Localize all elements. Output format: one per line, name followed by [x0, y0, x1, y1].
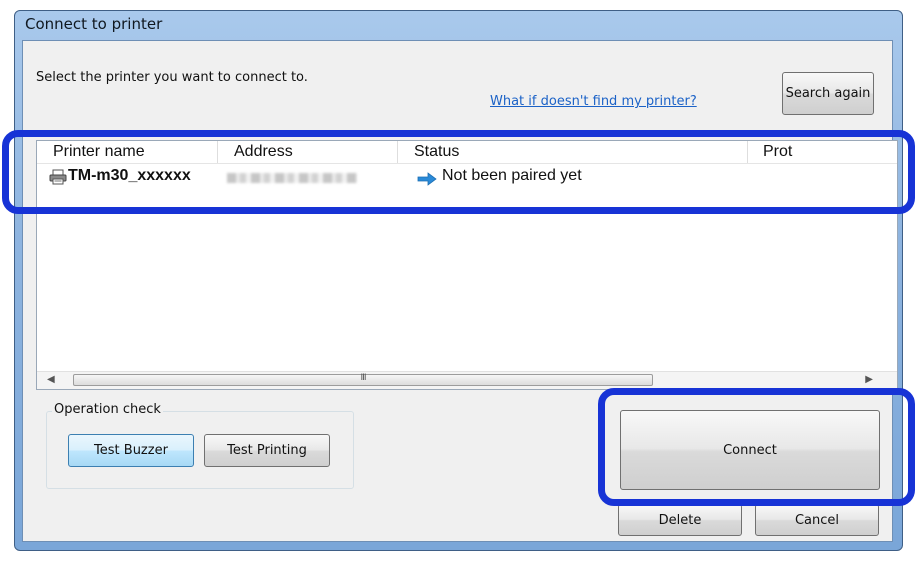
column-prot[interactable]: Prot: [763, 143, 792, 161]
test-buzzer-button[interactable]: Test Buzzer: [68, 434, 194, 467]
list-header: Printer name Address Status Prot: [37, 141, 897, 164]
scrollbar-grip: III: [360, 373, 367, 383]
search-again-button[interactable]: Search again: [782, 72, 874, 115]
scroll-left-icon[interactable]: ◀: [47, 374, 55, 385]
printer-icon: [49, 169, 67, 189]
scroll-right-icon[interactable]: ▶: [865, 374, 873, 385]
printer-name-cell: TM-m30_xxxxxx: [68, 167, 191, 184]
cancel-button[interactable]: Cancel: [755, 504, 879, 536]
operation-check-title: Operation check: [52, 402, 163, 417]
scrollbar-thumb[interactable]: III: [73, 373, 653, 386]
column-separator[interactable]: [217, 141, 218, 163]
arrow-right-icon: [417, 171, 437, 190]
delete-button[interactable]: Delete: [618, 504, 742, 536]
column-printer-name[interactable]: Printer name: [53, 143, 145, 161]
connect-button[interactable]: Connect: [620, 410, 880, 490]
printer-list[interactable]: Printer name Address Status Prot TM-m30_…: [36, 140, 898, 390]
address-cell: [227, 173, 357, 183]
window-title: Connect to printer: [25, 15, 163, 33]
column-address[interactable]: Address: [234, 143, 293, 161]
help-link[interactable]: What if doesn't find my printer?: [490, 94, 697, 109]
table-row[interactable]: TM-m30_xxxxxx Not been paired yet: [37, 163, 897, 191]
test-printing-button[interactable]: Test Printing: [204, 434, 330, 467]
column-status[interactable]: Status: [414, 143, 459, 161]
instruction-text: Select the printer you want to connect t…: [36, 70, 308, 85]
column-separator[interactable]: [397, 141, 398, 163]
column-separator[interactable]: [747, 141, 748, 163]
horizontal-scrollbar[interactable]: ◀ III ▶: [37, 371, 897, 389]
status-cell: Not been paired yet: [442, 167, 582, 184]
